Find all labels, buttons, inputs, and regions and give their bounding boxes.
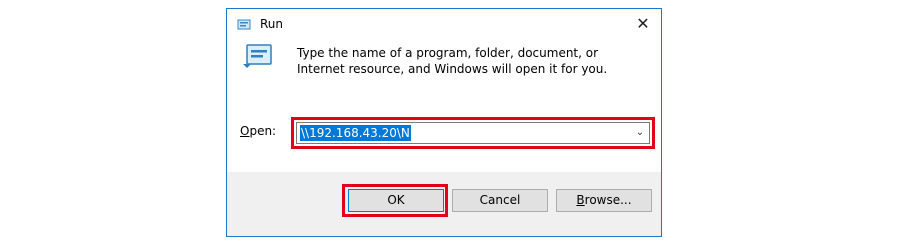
chevron-down-icon[interactable]: ⌄ — [631, 123, 649, 143]
open-field-value[interactable]: \\192.168.43.20\N — [300, 125, 411, 141]
close-icon: ✕ — [636, 14, 650, 33]
run-icon — [237, 18, 253, 32]
browse-button[interactable]: Browse... — [556, 189, 652, 212]
run-dialog: Run ✕ Type the name of a program, folder… — [226, 8, 662, 237]
title-bar[interactable]: Run ✕ — [227, 9, 661, 39]
dialog-description: Type the name of a program, folder, docu… — [297, 46, 608, 76]
run-icon — [241, 42, 275, 70]
open-label: Open: — [240, 124, 277, 138]
open-combobox[interactable]: \\192.168.43.20\N ⌄ — [296, 122, 650, 144]
close-button[interactable]: ✕ — [625, 9, 661, 39]
dialog-title: Run — [260, 17, 284, 31]
cancel-button[interactable]: Cancel — [452, 189, 548, 212]
ok-button[interactable]: OK — [348, 189, 444, 212]
